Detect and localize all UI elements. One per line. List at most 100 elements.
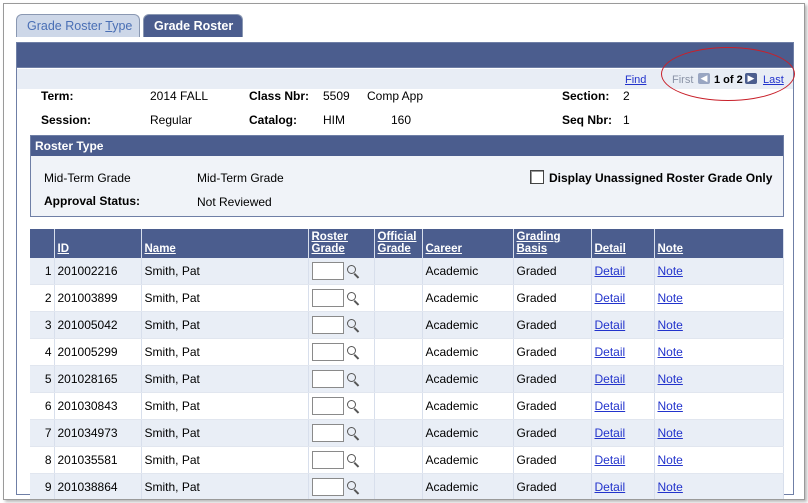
tab-grade-roster-type[interactable]: Grade Roster Type <box>16 14 140 37</box>
note-link[interactable]: Note <box>658 399 683 413</box>
note-cell: Note <box>654 365 784 393</box>
table-row: 1 201002216 Smith, Pat Academic Graded D… <box>30 258 784 285</box>
unassigned-checkbox-label[interactable]: Display Unassigned Roster Grade Only <box>549 171 772 185</box>
student-name: Smith, Pat <box>141 311 309 339</box>
roster-grade-cell <box>308 392 375 420</box>
student-name: Smith, Pat <box>141 473 309 499</box>
col-detail[interactable]: Detail <box>591 229 655 258</box>
search-icon[interactable] <box>346 318 360 332</box>
note-cell: Note <box>654 473 784 499</box>
roster-grade-input[interactable] <box>311 316 344 334</box>
catalog-subject: HIM <box>323 113 345 127</box>
detail-link[interactable]: Detail <box>595 291 626 305</box>
search-icon[interactable] <box>346 345 360 359</box>
student-id: 201034973 <box>54 419 142 447</box>
detail-cell: Detail <box>591 446 655 474</box>
roster-grade-cell <box>308 419 375 447</box>
detail-link[interactable]: Detail <box>595 318 626 332</box>
tab-label-pre: Grade Roster <box>27 19 106 33</box>
official-grade-cell <box>374 392 423 420</box>
col-career[interactable]: Career <box>422 229 514 258</box>
detail-link[interactable]: Detail <box>595 399 626 413</box>
roster-grade-input[interactable] <box>311 451 344 469</box>
note-link[interactable]: Note <box>658 480 683 494</box>
official-grade-cell <box>374 446 423 474</box>
grading-basis-cell: Graded <box>513 392 592 420</box>
note-link[interactable]: Note <box>658 291 683 305</box>
table-row: 3 201005042 Smith, Pat Academic Graded D… <box>30 311 784 339</box>
search-icon[interactable] <box>346 372 360 386</box>
note-cell: Note <box>654 392 784 420</box>
row-number: 7 <box>30 419 55 447</box>
term-label: Term: <box>41 89 74 103</box>
row-number: 2 <box>30 284 55 312</box>
student-id: 201005299 <box>54 338 142 366</box>
detail-link[interactable]: Detail <box>595 426 626 440</box>
grading-basis-cell: Graded <box>513 258 592 285</box>
note-cell: Note <box>654 284 784 312</box>
note-link[interactable]: Note <box>658 264 683 278</box>
note-link[interactable]: Note <box>658 453 683 467</box>
search-icon[interactable] <box>346 453 360 467</box>
session-value: Regular <box>150 113 193 127</box>
section-value: 2 <box>623 89 630 103</box>
catalog-label: Catalog: <box>249 113 297 127</box>
roster-grade-input[interactable] <box>311 343 344 361</box>
roster-grade-input[interactable] <box>311 370 344 388</box>
search-icon[interactable] <box>346 426 360 440</box>
grading-basis-cell: Graded <box>513 419 592 447</box>
row-number: 6 <box>30 392 55 420</box>
seq-nbr-value: 1 <box>623 113 630 127</box>
search-icon[interactable] <box>346 399 360 413</box>
grading-basis-cell: Graded <box>513 311 592 339</box>
search-icon[interactable] <box>346 480 360 494</box>
search-icon[interactable] <box>346 264 360 278</box>
col-id[interactable]: ID <box>54 229 142 258</box>
career-cell: Academic <box>422 446 514 474</box>
note-cell: Note <box>654 311 784 339</box>
roster-grade-cell <box>308 365 375 393</box>
roster-type-value: Mid-Term Grade <box>197 171 284 185</box>
official-grade-cell <box>374 258 423 285</box>
note-cell: Note <box>654 338 784 366</box>
roster-grade-cell <box>308 258 375 285</box>
col-roster-grade[interactable]: Roster Grade <box>308 229 375 258</box>
find-link[interactable]: Find <box>625 74 646 86</box>
catalog-number: 160 <box>391 113 412 127</box>
roster-grade-input[interactable] <box>311 397 344 415</box>
student-name: Smith, Pat <box>141 419 309 447</box>
detail-link[interactable]: Detail <box>595 264 626 278</box>
official-grade-cell <box>374 419 423 447</box>
table-row: 6 201030843 Smith, Pat Academic Graded D… <box>30 392 784 420</box>
window-frame: Grade Roster Type Grade Roster Find Firs… <box>3 3 805 500</box>
col-name[interactable]: Name <box>141 229 309 258</box>
note-link[interactable]: Note <box>658 426 683 440</box>
search-icon[interactable] <box>346 291 360 305</box>
col-note[interactable]: Note <box>654 229 784 258</box>
row-number: 5 <box>30 365 55 393</box>
tab-label-post: ype <box>112 19 133 33</box>
detail-link[interactable]: Detail <box>595 345 626 359</box>
roster-grade-input[interactable] <box>311 424 344 442</box>
unassigned-checkbox[interactable] <box>530 170 544 184</box>
detail-link[interactable]: Detail <box>595 372 626 386</box>
detail-link[interactable]: Detail <box>595 480 626 494</box>
row-number: 3 <box>30 311 55 339</box>
roster-grade-input[interactable] <box>311 289 344 307</box>
student-id: 201035581 <box>54 446 142 474</box>
note-link[interactable]: Note <box>658 372 683 386</box>
note-link[interactable]: Note <box>658 318 683 332</box>
col-grading-basis[interactable]: Grading Basis <box>513 229 592 258</box>
detail-cell: Detail <box>591 392 655 420</box>
section-label: Section: <box>562 89 610 103</box>
roster-grade-input[interactable] <box>311 262 344 280</box>
roster-grade-input[interactable] <box>311 478 344 496</box>
grading-basis-cell: Graded <box>513 338 592 366</box>
roster-grade-cell <box>308 338 375 366</box>
col-official-grade[interactable]: Official Grade <box>374 229 423 258</box>
detail-link[interactable]: Detail <box>595 453 626 467</box>
note-link[interactable]: Note <box>658 345 683 359</box>
tab-grade-roster[interactable]: Grade Roster <box>143 14 243 37</box>
career-cell: Academic <box>422 338 514 366</box>
roster-grid: ID Name Roster Grade Official Grade Career… <box>30 229 784 499</box>
